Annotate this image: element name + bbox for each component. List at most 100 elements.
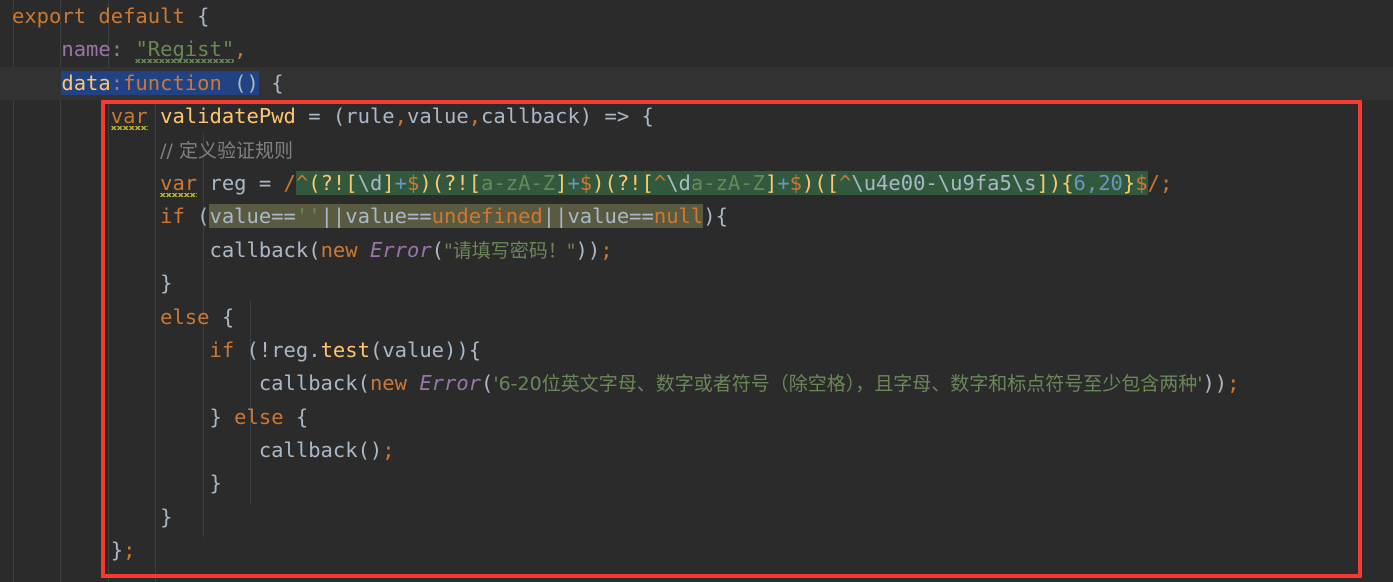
token-regex-dollar: $ — [789, 170, 802, 195]
code-line-14[interactable]: callback(); — [0, 434, 1393, 467]
code-line-1[interactable]: export default { — [0, 0, 1393, 33]
token-param-callback: callback — [481, 104, 580, 129]
token-regex-class-alpha: a-zA-Z — [481, 170, 556, 195]
token-brace-open: { — [283, 404, 309, 429]
token-regex-dollar: $ — [1135, 170, 1148, 195]
token-property-name: name — [61, 37, 111, 62]
token-brace-open: { — [468, 337, 482, 362]
token-or: ||value== — [320, 204, 432, 229]
token-function-callback: callback — [209, 237, 309, 262]
token-paren-open: ( — [332, 104, 346, 129]
token-keyword-function: function — [123, 70, 222, 95]
token-regex-paren: )(?![ — [592, 170, 654, 195]
token-paren-open: ( — [431, 237, 445, 262]
token-empty-string: '' — [295, 204, 321, 229]
regex-highlight-range: ^(?![\d]+$)(?![a-zA-Z]+$)(?![^\da-zA-Z]+… — [295, 170, 1148, 195]
token-function-callback: callback — [258, 371, 358, 396]
code-line-16[interactable]: } — [0, 501, 1393, 534]
token-param-rule: rule — [345, 104, 395, 129]
code-line-15[interactable]: } — [0, 467, 1393, 500]
code-line-7[interactable]: if (value==''||value==undefined||value==… — [0, 200, 1393, 233]
token-keyword-var: var — [160, 170, 198, 195]
token-regex-plus: + — [567, 170, 580, 195]
token-variable-reg: reg — [209, 170, 247, 195]
token-regex-min: 6 — [1073, 170, 1086, 195]
token-regex-comma: , — [1085, 170, 1099, 195]
code-line-11[interactable]: if (!reg.test(value)){ — [0, 334, 1393, 367]
code-line-5[interactable]: // 定义验证规则 — [0, 134, 1393, 167]
token-assign: = — [295, 104, 333, 129]
token-paren-open: ( — [308, 237, 321, 262]
token-regex-dollar: $ — [579, 170, 593, 195]
code-line-8[interactable]: callback(new Error("请填写密码！")); — [0, 234, 1393, 267]
token-paren-open: ( — [481, 371, 494, 396]
token-string-error-msg-1: "请填写密码！" — [444, 239, 576, 262]
token-keyword-var: var — [110, 104, 148, 129]
token-regex-dollar: $ — [406, 170, 420, 195]
token-function-callback: callback() — [258, 438, 383, 463]
token-value: value== — [209, 204, 296, 229]
token-string-regist: "Regist" — [135, 37, 235, 62]
token-keyword-new: new — [320, 237, 358, 262]
token-class-error: Error — [369, 237, 432, 262]
token-keyword-if: if — [160, 204, 185, 229]
token-not-reg: (!reg. — [246, 337, 321, 362]
code-lines[interactable]: export default { name: "Regist", data:fu… — [0, 0, 1393, 582]
code-line-12[interactable]: callback(new Error('6-20位英文字母、数字或者符号（除空格… — [0, 367, 1393, 400]
token-semicolon: ; — [600, 237, 613, 262]
selection-range[interactable]: data:function () — [61, 70, 259, 95]
code-line-9[interactable]: } — [0, 267, 1393, 300]
token-arrow: => { — [592, 104, 654, 129]
token-paren-close: )) — [1202, 371, 1228, 396]
token-comma: , — [234, 37, 247, 62]
token-regex-escape-d: \d — [666, 170, 691, 195]
token-params-empty: () — [221, 70, 259, 95]
code-line-17[interactable]: }; — [0, 534, 1393, 567]
token-regex-brace-close: } — [1122, 170, 1136, 195]
token-regex-unicode-range: \u4e00-\u9fa5\s — [851, 170, 1037, 195]
code-line-3[interactable]: data:function () { — [0, 66, 1393, 101]
code-line-13[interactable]: } else { — [0, 401, 1393, 434]
token-semicolon: ; — [1227, 371, 1240, 396]
code-line-4[interactable]: var validatePwd = (rule,value,callback) … — [0, 100, 1393, 133]
token-arg-value: (value)) — [369, 337, 469, 362]
code-editor[interactable]: export default { name: "Regist", data:fu… — [0, 0, 1393, 582]
code-line-6[interactable]: var reg = /^(?![\d]+$)(?![a-zA-Z]+$)(?![… — [0, 167, 1393, 200]
token-keyword-if: if — [209, 337, 235, 362]
token-or: ||value== — [542, 204, 654, 229]
token-semicolon: ; — [382, 438, 395, 463]
token-regex-plus: + — [777, 170, 790, 195]
token-regex-bracket: ] — [764, 170, 778, 195]
token-keyword-else: else — [234, 404, 284, 429]
token-regex-negate: ^ — [839, 170, 852, 195]
token-comma: , — [394, 104, 407, 129]
token-brace-close: } — [160, 271, 173, 296]
token-param-value: value — [406, 104, 469, 129]
code-line-2[interactable]: name: "Regist", — [0, 33, 1393, 66]
token-regex-negate: ^ — [653, 170, 667, 195]
token-comma: , — [468, 104, 482, 129]
token-colon: : — [110, 70, 124, 95]
token-regex-brace-open: { — [1061, 170, 1074, 195]
token-method-test: test — [320, 337, 370, 362]
code-line-10[interactable]: else { — [0, 301, 1393, 334]
token-semicolon: ; — [123, 538, 136, 563]
token-regex-slash-open: / — [283, 170, 296, 195]
token-regex-bracket: ]) — [1036, 170, 1062, 195]
token-regex-slash-close: / — [1147, 170, 1160, 195]
